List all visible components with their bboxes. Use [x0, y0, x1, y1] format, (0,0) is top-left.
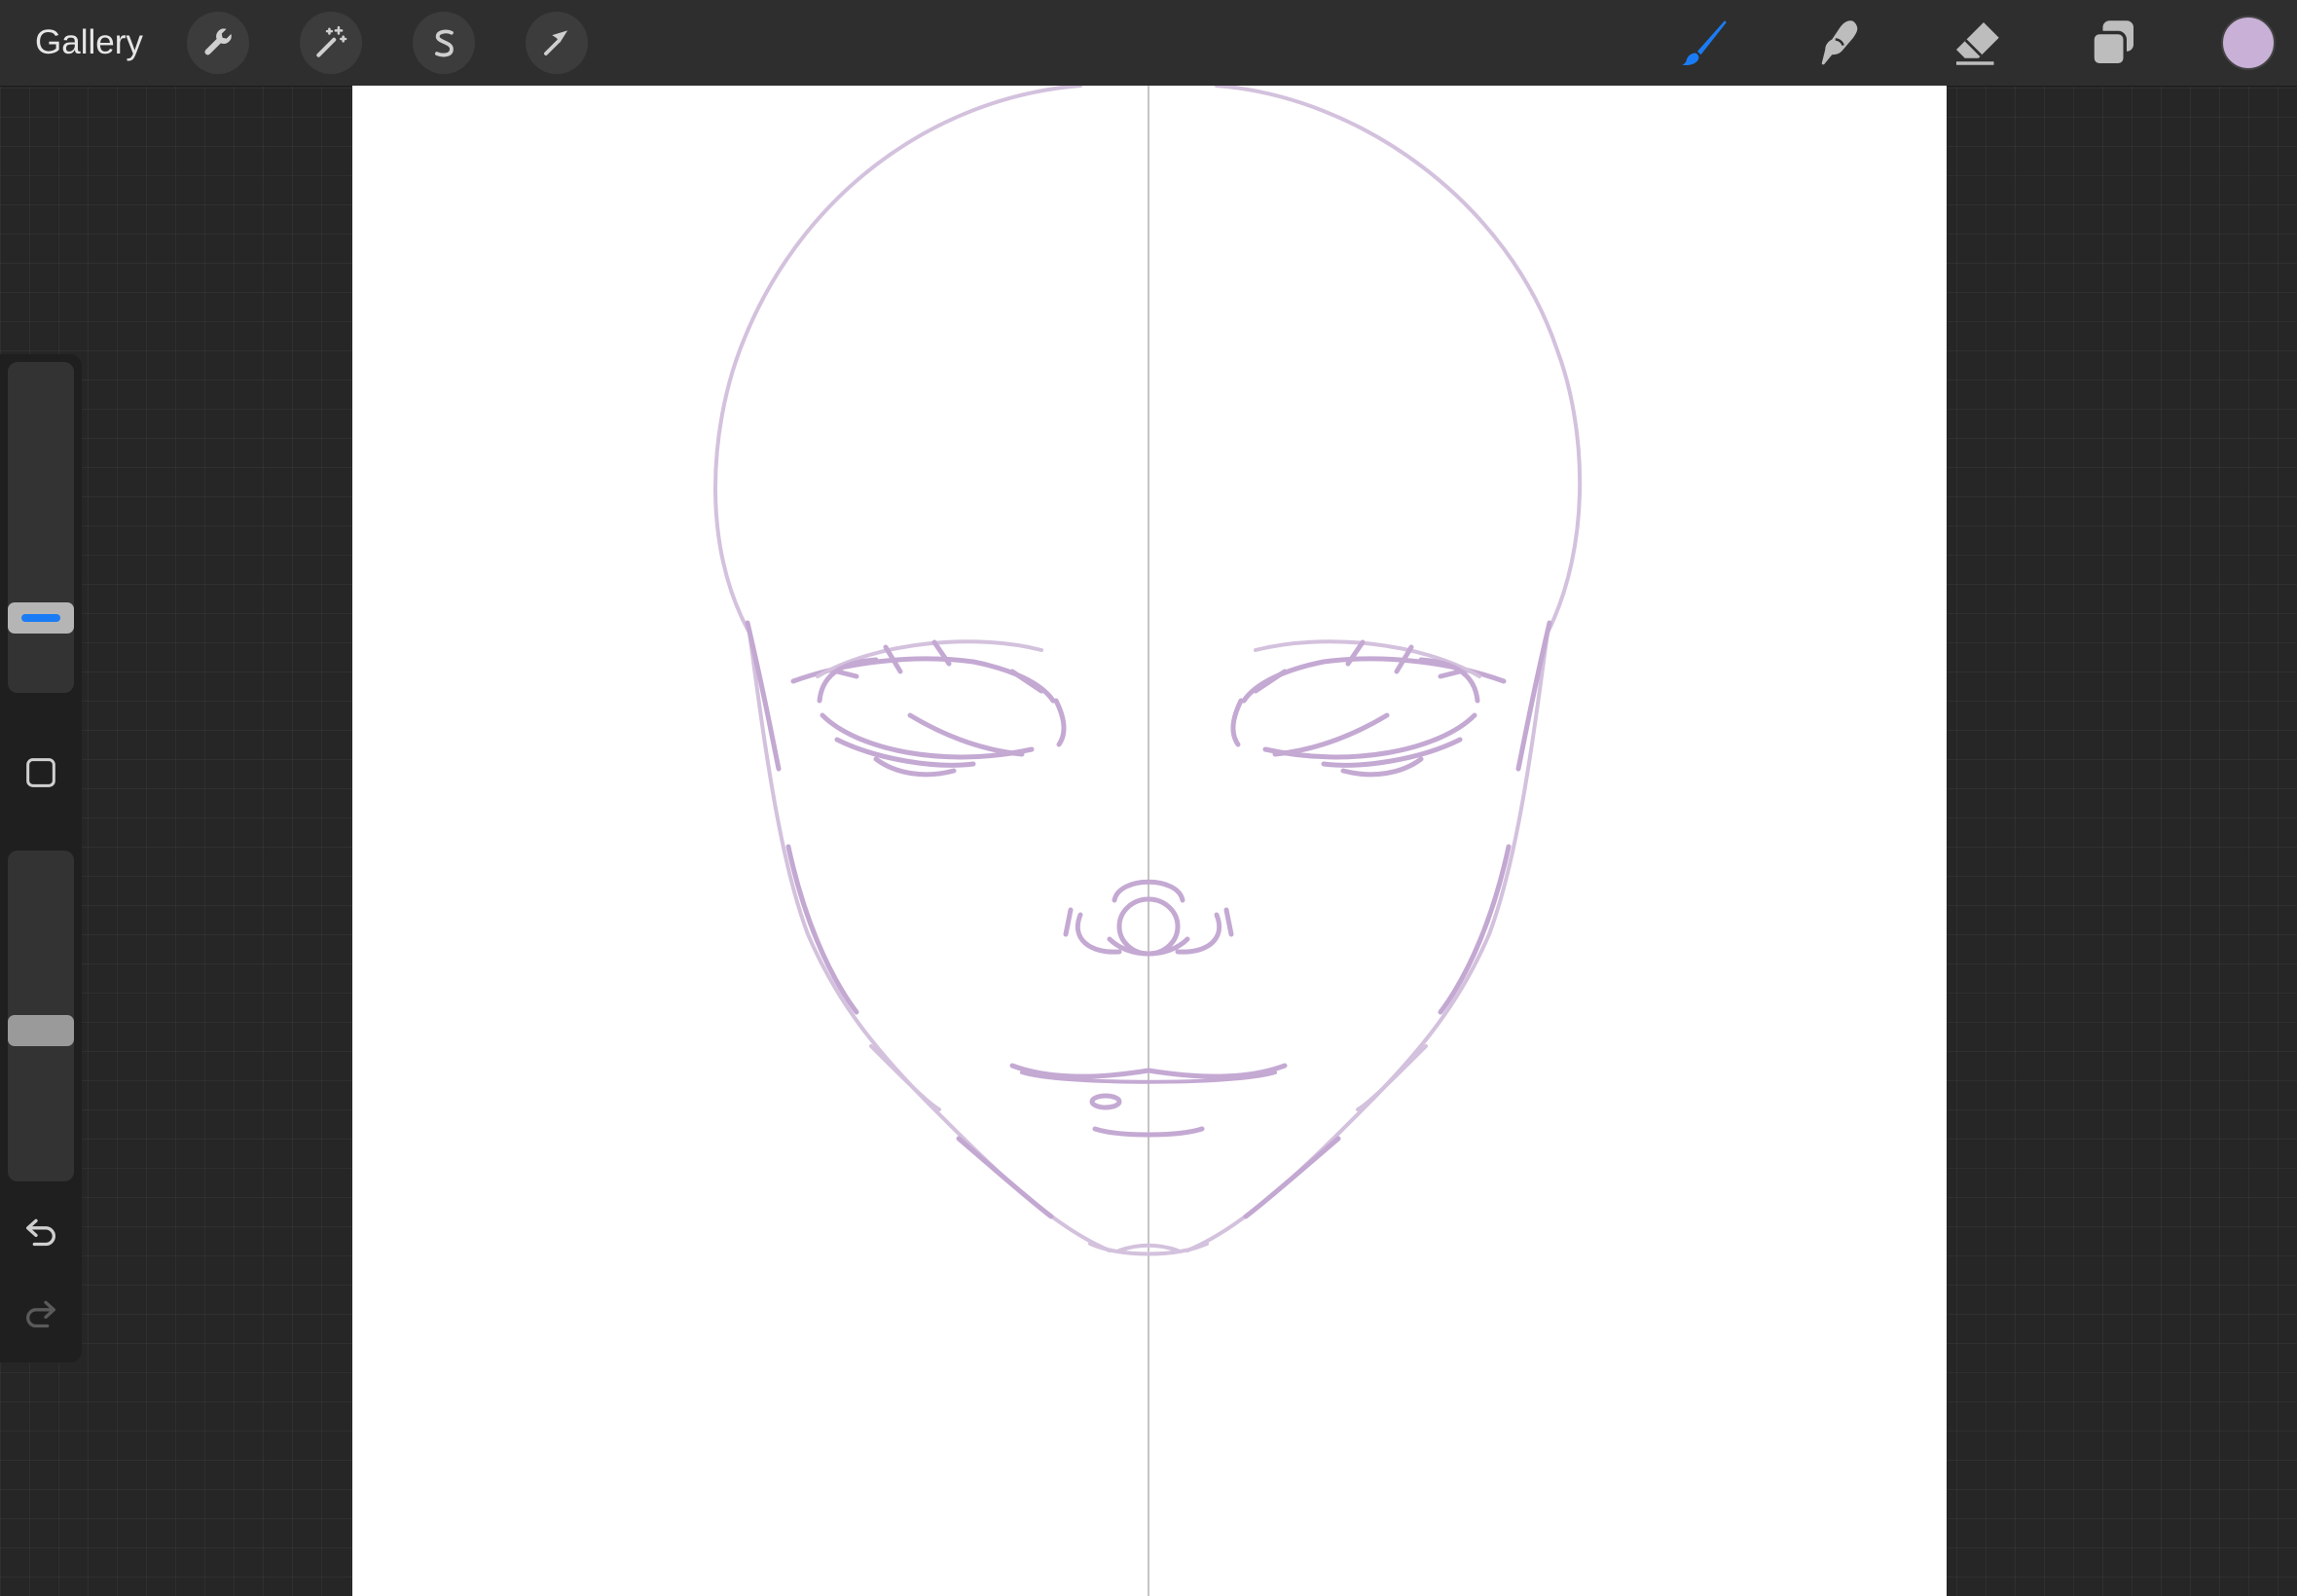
left-sidebar	[0, 354, 82, 1362]
top-toolbar: Gallery	[0, 0, 2297, 87]
eraser-icon	[1956, 22, 1999, 65]
smudge-finger-icon	[1821, 20, 1858, 65]
brush-size-slider[interactable]	[8, 362, 74, 693]
right-eye-sketch	[1230, 639, 1507, 778]
left-eye-sketch	[790, 639, 1067, 778]
drawing-canvas[interactable]	[352, 86, 1947, 1596]
gallery-button[interactable]: Gallery	[35, 19, 143, 66]
layers-icon	[2091, 20, 2133, 67]
opacity-thumb[interactable]	[8, 1014, 74, 1046]
brush-tool-button[interactable]	[1672, 12, 1736, 74]
transform-button[interactable]	[526, 12, 588, 74]
procreate-app: Gallery	[0, 0, 2297, 1596]
undo-arrow-icon	[26, 1218, 55, 1247]
magic-wand-icon	[316, 25, 347, 57]
eraser-tool-button[interactable]	[1945, 12, 2009, 74]
wrench-icon	[204, 28, 232, 55]
brush-size-thumb[interactable]	[8, 602, 74, 635]
selection-s-icon	[434, 29, 454, 57]
layers-button[interactable]	[2081, 12, 2145, 74]
redo-arrow-icon	[26, 1300, 55, 1328]
actions-button[interactable]	[187, 12, 249, 74]
face-sketch	[713, 86, 1583, 1596]
smudge-tool-button[interactable]	[1808, 12, 1873, 74]
brush-size-indicator	[21, 614, 60, 623]
arrow-cursor-icon	[544, 30, 568, 55]
square-icon	[26, 758, 55, 787]
undo-button[interactable]	[18, 1209, 64, 1255]
selection-button[interactable]	[413, 12, 475, 74]
brush-icon	[1682, 20, 1727, 66]
color-picker-button[interactable]	[2221, 16, 2276, 70]
redo-button[interactable]	[18, 1290, 64, 1337]
modify-button[interactable]	[18, 749, 64, 796]
adjustments-button[interactable]	[300, 12, 362, 74]
